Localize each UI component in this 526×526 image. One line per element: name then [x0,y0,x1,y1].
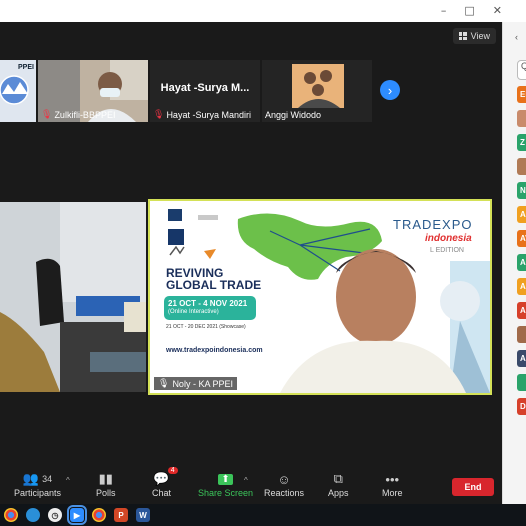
chrome-icon[interactable] [92,508,106,522]
participant-title: Hayat -Surya M... [160,82,250,94]
slide-brand-top: TRADEXPO [393,217,473,232]
clock-icon[interactable]: ◷ [48,508,62,522]
slide-date-second: 21 OCT - 20 DEC 2021 (Showcase) [166,324,246,330]
participant-list: El Z N AA AV AS AI AK AA DI [517,86,526,415]
participant-avatar[interactable] [517,374,526,391]
participant-tile[interactable]: 🎙 Zulkifli-BBPPEI [38,60,148,122]
participant-avatar[interactable]: AA [517,350,526,367]
participants-panel: ‹ Q El Z N AA AV AS AI AK AA DI [502,22,526,504]
share-screen-icon: ⬆ [218,473,233,485]
slide-url: www.tradexpoindonesia.com [166,347,263,354]
participant-name: Anggi Widodo [265,110,322,120]
word-icon[interactable]: W [136,508,150,522]
participants-caret-icon[interactable]: ^ [66,476,70,485]
slide-brand-bottom: indonesia [425,233,472,244]
chat-icon: 💬 [153,471,170,486]
chat-badge: 4 [167,467,178,474]
mic-muted-icon: 🎙 [41,109,53,119]
ppei-logo-text: PPEI [18,64,34,71]
next-page-button[interactable]: › [380,80,400,100]
powerpoint-icon[interactable]: P [114,508,128,522]
maximize-icon[interactable]: □ [464,4,474,17]
participant-avatar[interactable] [517,326,526,343]
mic-muted-icon: 🎙 [153,109,165,119]
participants-button[interactable]: 👥 34 Participants [14,470,61,498]
end-meeting-button[interactable]: End [452,478,494,496]
participant-avatar[interactable]: AI [517,278,526,295]
participant-avatar[interactable]: AV [517,230,526,247]
collapse-panel-icon[interactable]: ‹ [515,32,518,42]
participant-tile[interactable]: PPEI [0,60,36,122]
participants-icon: 👥 [22,471,40,486]
zoom-window: – □ ✕ View PPEI 🎙 Zulkifli-BBPPEI Hayat … [0,0,526,526]
close-icon[interactable]: ✕ [493,4,502,17]
apps-icon: ⧉ [333,471,343,486]
meeting-stage: View PPEI 🎙 Zulkifli-BBPPEI Hayat -Surya… [0,22,502,504]
participant-avatar[interactable]: El [517,86,526,103]
participant-avatar[interactable]: AA [517,206,526,223]
participant-tile[interactable]: Anggi Widodo [262,60,372,122]
edge-icon[interactable] [26,508,40,522]
view-button[interactable]: View [452,28,496,44]
meeting-toolbar: 👥 34 Participants ^ ▮▮ Polls 💬 4 Chat ⬆ Sh… [0,467,502,504]
participant-avatar[interactable] [517,158,526,175]
smiley-icon: ☺ [277,471,291,487]
bar-chart-icon: ▮▮ [98,471,113,486]
slide-date-main-sub: (Online Interactive) [168,309,219,315]
participants-count: 34 [42,474,53,484]
reactions-button[interactable]: ☺ Reactions [264,470,304,499]
participant-avatar[interactable]: Z [517,134,526,151]
participant-avatar[interactable]: AS [517,254,526,271]
window-titlebar: – □ ✕ [0,0,526,22]
participant-name: 🎙 Hayat -Surya Mandiri [153,109,251,120]
video-tile-active-speaker[interactable]: TRADEXPO indonesia L EDITION REVIVING GL… [148,199,492,395]
slide-edition: L EDITION [430,247,464,254]
chevron-right-icon: › [387,82,393,98]
mic-icon: 🎙 [158,378,170,388]
participant-avatar[interactable]: N [517,182,526,199]
minimize-icon[interactable]: – [441,4,447,17]
more-dots-icon: ••• [385,471,400,487]
view-label: View [470,31,490,41]
search-input[interactable]: Q [517,60,526,80]
thumbnail-strip: PPEI 🎙 Zulkifli-BBPPEI Hayat -Surya M...… [0,60,372,122]
participant-avatar[interactable] [517,110,526,127]
slide-headline: REVIVING GLOBAL TRADE [166,266,262,292]
participant-avatar[interactable]: AK [517,302,526,319]
grid-view-icon [458,32,467,40]
participant-name: 🎙 Noly - KA PPEI [154,377,237,390]
polls-button[interactable]: ▮▮ Polls [96,470,116,498]
apps-button[interactable]: ⧉ Apps [328,470,349,498]
share-caret-icon[interactable]: ^ [244,476,248,485]
participant-name: 🎙 Zulkifli-BBPPEI [41,109,116,120]
os-taskbar: ◷ ▶ P W [0,504,526,526]
participant-avatar[interactable]: DI [517,398,526,415]
slide-date-main: 21 OCT - 4 NOV 2021 [168,299,248,308]
chrome-icon[interactable] [4,508,18,522]
more-button[interactable]: ••• More [382,470,403,499]
chat-button[interactable]: 💬 4 Chat [152,467,178,498]
window-controls: – □ ✕ [441,4,502,17]
participant-tile[interactable]: Hayat -Surya M... 🎙 Hayat -Surya Mandiri [150,60,260,122]
video-tile-left[interactable] [0,202,146,392]
participant-video [0,202,146,392]
zoom-app-icon[interactable]: ▶ [67,505,87,525]
